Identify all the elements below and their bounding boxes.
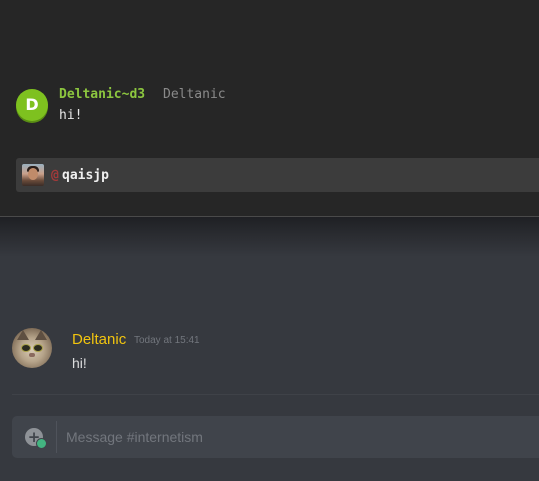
message-timestamp: Today at 15:41 (134, 335, 200, 346)
terminal-user-avatar: D (16, 89, 48, 121)
mention-suggestion[interactable]: @ qaisjp (16, 158, 539, 192)
terminal-client: D Deltanic~d3 Deltanic hi! @ qaisjp (0, 0, 539, 217)
message-composer: + (12, 416, 539, 458)
divider (12, 394, 539, 395)
author-avatar[interactable] (12, 328, 52, 368)
terminal-username: Deltanic (163, 87, 226, 102)
terminal-display-name: Deltanic~d3 (59, 87, 146, 102)
message-author[interactable]: Deltanic (72, 331, 126, 348)
message-text: hi! (72, 355, 87, 371)
window-shadow (0, 217, 539, 257)
message-input[interactable] (66, 416, 526, 458)
composer-separator (56, 421, 57, 453)
upload-badge-icon (36, 438, 47, 449)
mention-avatar (22, 164, 44, 186)
mention-at-symbol: @ (51, 168, 59, 183)
mention-username: qaisjp (62, 168, 109, 183)
terminal-message-text: hi! (59, 108, 83, 123)
